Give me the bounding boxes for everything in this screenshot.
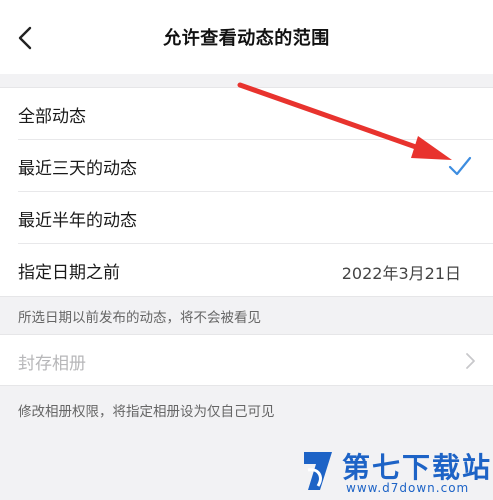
section-gap (0, 74, 493, 87)
option-before-date[interactable]: 指定日期之前 2022年3月21日 (0, 244, 493, 296)
navigation-bar: 允许查看动态的范围 (0, 0, 493, 74)
archive-album-label: 封存相册 (18, 354, 86, 374)
option-label: 最近三天的动态 (18, 158, 137, 179)
watermark-logo-icon (304, 452, 332, 490)
album-hint-text: 修改相册权限，将指定相册设为仅自己可见 (18, 404, 275, 420)
option-last-three-days[interactable]: 最近三天的动态 (0, 140, 493, 192)
page-title: 允许查看动态的范围 (163, 28, 330, 49)
option-last-half-year[interactable]: 最近半年的动态 (0, 192, 493, 244)
watermark-name: 第七下载站 (342, 451, 493, 484)
watermark-url: www.d7down.com (346, 481, 470, 495)
chevron-right-icon (466, 353, 475, 369)
visibility-options-list: 全部动态 最近三天的动态 最近半年的动态 指定日期之前 2022年3月21日 (0, 87, 493, 297)
option-label: 最近半年的动态 (18, 210, 137, 231)
checkmark-icon (448, 156, 472, 176)
date-hint-text: 所选日期以前发布的动态，将不会被看见 (18, 310, 261, 326)
archive-album-row[interactable]: 封存相册 (0, 334, 493, 386)
selected-date: 2022年3月21日 (341, 264, 461, 283)
option-label: 全部动态 (18, 106, 86, 127)
option-all-moments[interactable]: 全部动态 (0, 88, 493, 140)
option-label: 指定日期之前 (18, 262, 120, 283)
watermark-logo: 第七下载站 www.d7down.com (296, 440, 493, 500)
